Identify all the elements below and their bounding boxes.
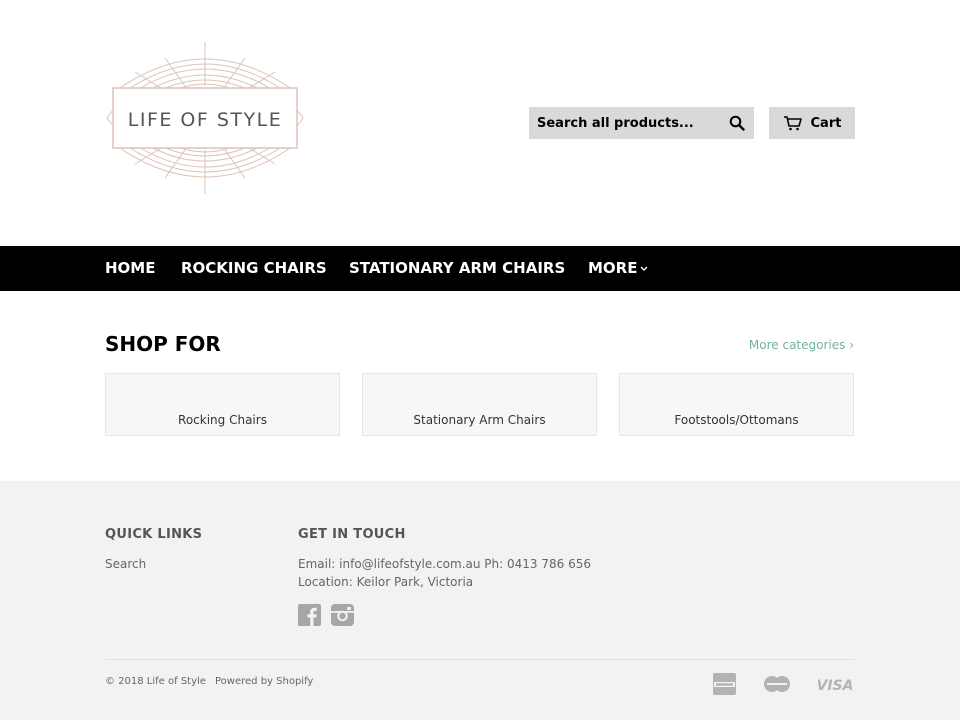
contact-email-phone: Email: info@lifeofstyle.com.au Ph: 0413 … bbox=[298, 557, 591, 571]
cart-button[interactable]: Cart bbox=[769, 107, 855, 139]
category-card-footstools-ottomans[interactable]: Footstools/Ottomans bbox=[619, 373, 854, 436]
footer-link-search[interactable]: Search bbox=[105, 557, 146, 571]
more-categories-link[interactable]: More categories › bbox=[749, 338, 854, 352]
search-button[interactable] bbox=[720, 107, 754, 139]
category-card-stationary-arm-chairs[interactable]: Stationary Arm Chairs bbox=[362, 373, 597, 436]
search-icon bbox=[729, 115, 745, 131]
mastercard-icon bbox=[764, 676, 790, 692]
copyright-text: © 2018 Life of Style bbox=[105, 676, 206, 687]
category-label: Stationary Arm Chairs bbox=[413, 413, 546, 427]
nav-item-more[interactable]: MORE bbox=[588, 246, 648, 291]
nav-item-stationary-arm-chairs[interactable]: STATIONARY ARM CHAIRS bbox=[349, 246, 565, 291]
quick-links-heading: QUICK LINKS bbox=[105, 527, 203, 542]
site-logo[interactable]: LIFE OF STYLE bbox=[105, 38, 305, 213]
footer-divider bbox=[105, 659, 855, 660]
search-input[interactable] bbox=[529, 107, 719, 139]
facebook-icon[interactable] bbox=[298, 604, 321, 626]
category-label: Footstools/Ottomans bbox=[674, 413, 799, 427]
mandala-logo-icon: LIFE OF STYLE bbox=[106, 42, 304, 194]
cart-icon bbox=[783, 116, 802, 131]
site-footer: QUICK LINKS Search GET IN TOUCH Email: i… bbox=[0, 481, 960, 720]
logo-text: LIFE OF STYLE bbox=[128, 109, 282, 131]
nav-item-more-label: MORE bbox=[588, 259, 638, 277]
powered-by-shopify-link[interactable]: Powered by Shopify bbox=[215, 676, 313, 687]
visa-icon: VISA bbox=[818, 678, 852, 694]
svg-text:VISA: VISA bbox=[818, 678, 852, 694]
category-label: Rocking Chairs bbox=[178, 413, 267, 427]
site-header: LIFE OF STYLE Cart bbox=[0, 0, 960, 246]
category-card-rocking-chairs[interactable]: Rocking Chairs bbox=[105, 373, 340, 436]
search-form bbox=[529, 107, 754, 139]
nav-item-home[interactable]: HOME bbox=[105, 246, 155, 291]
contact-location: Location: Keilor Park, Victoria bbox=[298, 575, 474, 589]
main-nav: HOME ROCKING CHAIRS STATIONARY ARM CHAIR… bbox=[0, 246, 960, 291]
chevron-down-icon bbox=[640, 266, 648, 271]
cart-label: Cart bbox=[810, 115, 842, 131]
nav-item-rocking-chairs[interactable]: ROCKING CHAIRS bbox=[181, 246, 327, 291]
section-title: SHOP FOR bbox=[105, 332, 221, 356]
american-express-icon bbox=[713, 673, 736, 695]
get-in-touch-heading: GET IN TOUCH bbox=[298, 527, 406, 542]
instagram-icon[interactable] bbox=[331, 604, 354, 626]
